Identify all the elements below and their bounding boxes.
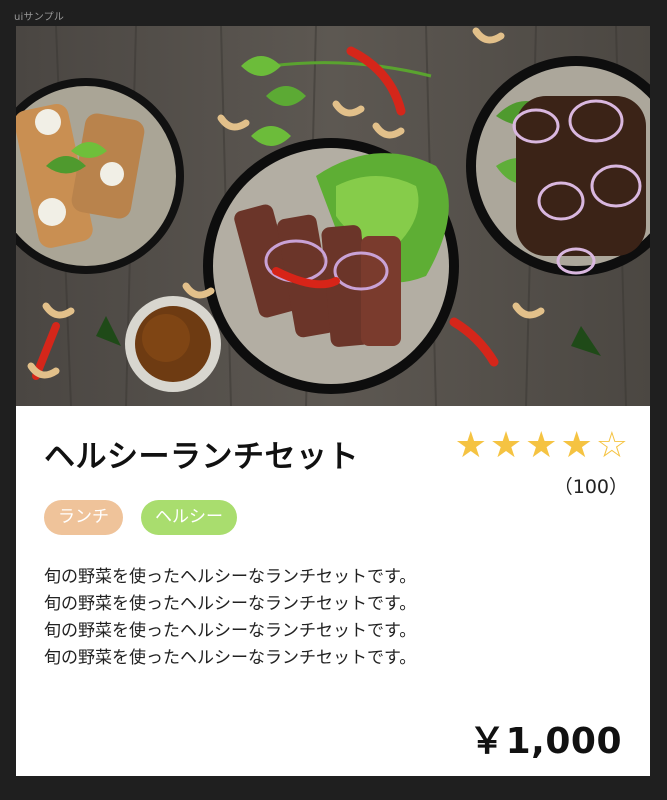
- food-photo: [16, 26, 650, 406]
- tag-lunch[interactable]: ランチ: [44, 500, 123, 535]
- tag-healthy[interactable]: ヘルシー: [141, 500, 237, 535]
- star-filled-icon: ★: [560, 425, 593, 466]
- star-empty-icon: ☆: [595, 425, 628, 466]
- description-line: 旬の野菜を使ったヘルシーなランチセットです。: [44, 621, 417, 641]
- product-card[interactable]: ヘルシーランチセット ★ ★ ★ ★ ☆ （100） ランチ ヘルシー 旬の野菜…: [16, 26, 650, 776]
- rating-count: （100）: [553, 476, 628, 498]
- rating: ★ ★ ★ ★ ☆ （100）: [455, 426, 628, 499]
- product-title: ヘルシーランチセット: [44, 439, 359, 475]
- tag-list: ランチ ヘルシー: [44, 500, 237, 535]
- description-line: 旬の野菜を使ったヘルシーなランチセットです。: [44, 648, 417, 668]
- description-line: 旬の野菜を使ったヘルシーなランチセットです。: [44, 594, 417, 614]
- price: ￥1,000: [469, 721, 622, 762]
- star-filled-icon: ★: [489, 425, 523, 466]
- product-description: 旬の野菜を使ったヘルシーなランチセットです。 旬の野菜を使ったヘルシーなランチセ…: [44, 564, 604, 672]
- star-rating: ★ ★ ★ ★ ☆: [455, 426, 628, 466]
- star-filled-icon: ★: [454, 425, 487, 466]
- star-filled-icon: ★: [525, 425, 558, 466]
- description-line: 旬の野菜を使ったヘルシーなランチセットです。: [44, 567, 417, 587]
- frame-label: uiサンプル: [14, 12, 65, 23]
